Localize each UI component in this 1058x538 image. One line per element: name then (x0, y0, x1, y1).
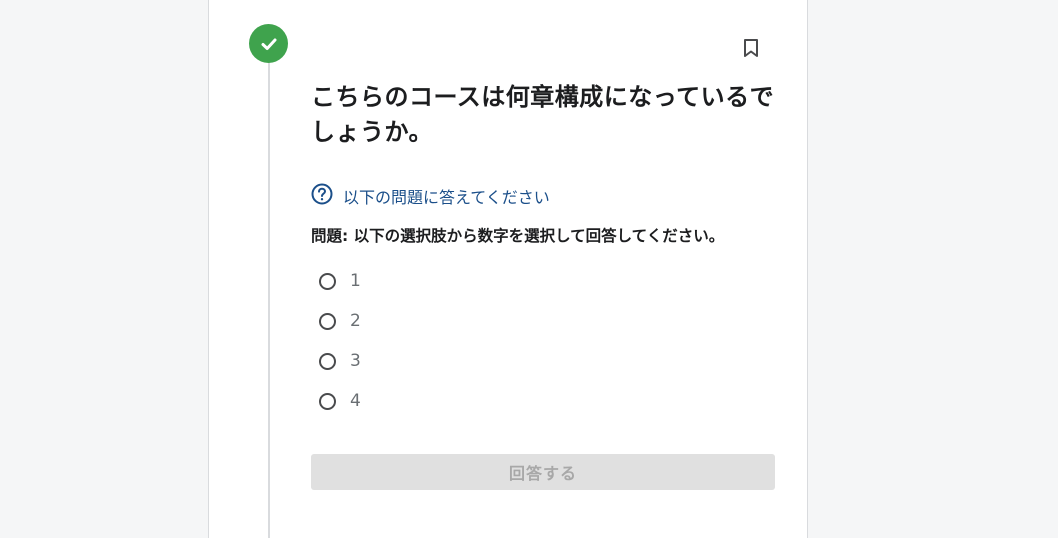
option-3[interactable]: 3 (319, 341, 361, 381)
option-1[interactable]: 1 (319, 261, 361, 301)
option-label: 4 (350, 391, 361, 411)
radio-button[interactable] (319, 352, 336, 370)
check-circle-icon (249, 24, 288, 63)
hint-text: 以下の問題に答えてください (343, 188, 550, 207)
option-4[interactable]: 4 (319, 381, 361, 421)
option-label: 3 (350, 351, 361, 371)
timeline-line (268, 38, 270, 538)
option-label: 1 (350, 271, 361, 291)
hint-row: 以下の問題に答えてください (311, 183, 550, 209)
bookmark-icon[interactable] (741, 38, 761, 58)
option-2[interactable]: 2 (319, 301, 361, 341)
radio-button[interactable] (319, 312, 336, 330)
option-label: 2 (350, 311, 361, 331)
question-title: こちらのコースは何章構成になっているでしょうか。 (311, 83, 775, 146)
question-circle-icon (311, 183, 333, 209)
options-list: 1 2 3 4 (319, 261, 361, 421)
radio-button[interactable] (319, 272, 336, 290)
radio-button[interactable] (319, 392, 336, 410)
question-text: 問題: 以下の選択肢から数字を選択して回答してください。 (311, 227, 725, 245)
submit-answer-button[interactable]: 回答する (311, 454, 775, 490)
quiz-card: こちらのコースは何章構成になっているでしょうか。 以下の問題に答えてください 問… (208, 0, 808, 538)
